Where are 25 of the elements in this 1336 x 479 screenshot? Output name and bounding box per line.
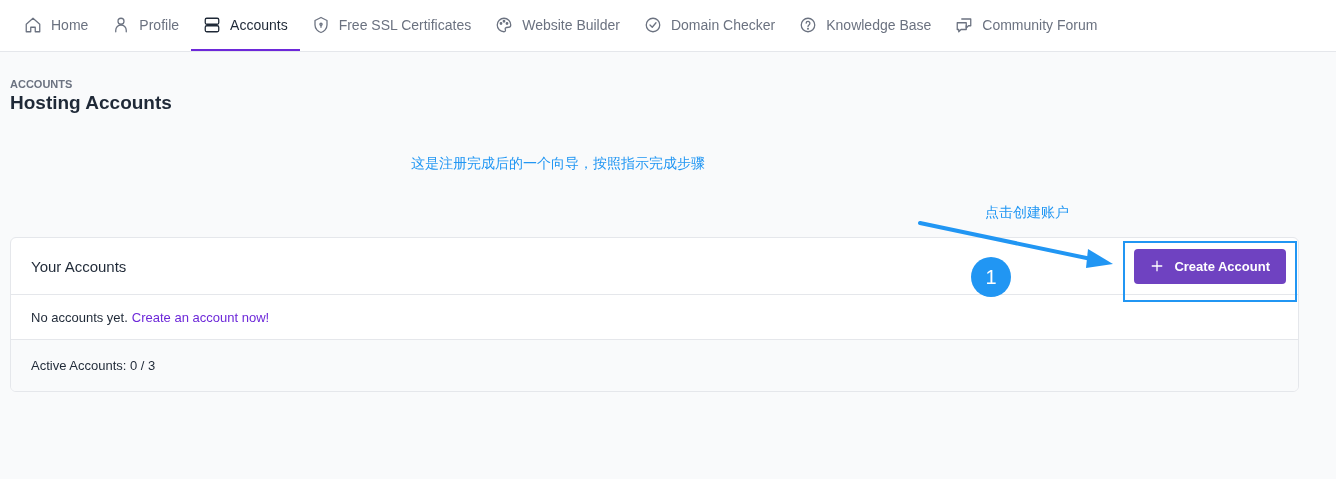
active-accounts-count: Active Accounts: 0 / 3: [31, 358, 156, 373]
plus-icon: [1150, 259, 1165, 273]
nav-tab[interactable]: Profile: [100, 0, 192, 51]
nav-tab[interactable]: Free SSL Certificates: [299, 0, 484, 51]
empty-message: No accounts yet.: [31, 309, 128, 325]
nav-tab[interactable]: Home: [12, 0, 101, 51]
nav-tab[interactable]: Knowledge Base: [787, 0, 944, 51]
nav-tab[interactable]: Community Forum: [943, 0, 1110, 51]
breadcrumb: ACCOUNTS: [10, 78, 74, 90]
shield-icon: [311, 15, 330, 34]
nav-tab[interactable]: Domain Checker: [631, 0, 788, 51]
create-account-link[interactable]: Create an account now!: [131, 309, 270, 325]
create-account-button[interactable]: Create Account: [1134, 248, 1286, 284]
annotation-note: 这是注册完成后的一个向导，按照指示完成步骤: [411, 155, 705, 173]
nav-tab[interactable]: Accounts: [191, 0, 300, 51]
chat-icon: [955, 15, 974, 34]
nav-tab[interactable]: Website Builder: [483, 0, 632, 51]
palette-icon: [495, 15, 514, 34]
home-icon: [24, 15, 42, 34]
help-icon: [799, 15, 818, 34]
annotation-label: 点击创建账户: [985, 204, 1069, 222]
card-title: Your Accounts: [31, 257, 127, 275]
page-title: Hosting Accounts: [10, 92, 173, 114]
server-icon: [203, 15, 222, 34]
check-circle-icon: [643, 15, 662, 34]
